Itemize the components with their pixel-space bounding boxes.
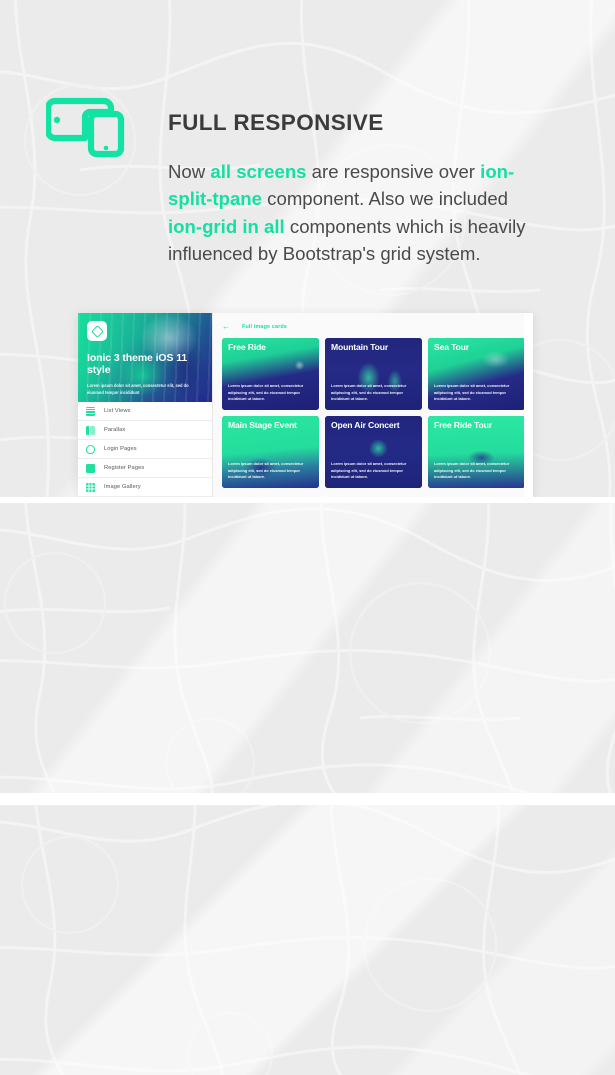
list-icon	[86, 406, 95, 416]
mockup-menu-item-label: Register Pages	[104, 465, 145, 471]
diamond-logo-icon	[87, 321, 107, 341]
mockup-topbar: ← Full image cards	[222, 320, 525, 334]
feature-showcase-page: FULL RESPONSIVE Now all screens are resp…	[0, 0, 615, 1075]
mockup-menu-hero: Ionic 3 theme iOS 11 style Lorem ipsum d…	[78, 313, 212, 402]
arrow-left-icon[interactable]: ←	[222, 323, 230, 331]
mockup-image-card[interactable]: Main Stage Event Lorem ipsum dolor sit am…	[222, 416, 319, 488]
section-google-maps-integration: GOOGLE MAPS INTEGRATION 3 layouts with G…	[0, 805, 615, 1075]
feature-description-full-responsive: Now all screens are responsive over ion-…	[168, 161, 526, 264]
mockup-menu-item[interactable]: Image Gallery	[78, 478, 212, 497]
mockup-menu-item[interactable]: List Views	[78, 402, 212, 421]
mockup-card-title: Mountain Tour	[331, 342, 389, 352]
mockup-card-title: Open Air Concert	[331, 420, 400, 430]
devices-responsive-icon	[44, 93, 128, 158]
diamond-shape	[90, 324, 104, 338]
mockup-card-text: Lorem ipsum dolor sit amet, consectetur …	[434, 460, 510, 480]
mockup-right-edge	[524, 313, 533, 497]
parallax-icon	[86, 425, 95, 435]
register-icon	[86, 463, 95, 473]
mockup-card-title: Main Stage Event	[228, 420, 297, 430]
section-full-responsive: FULL RESPONSIVE Now all screens are resp…	[0, 0, 615, 497]
mockup-side-menu-pane: Ionic 3 theme iOS 11 style Lorem ipsum d…	[78, 313, 213, 497]
section-analytics: ANALYTICS Track your users behavior. Fin…	[0, 503, 615, 793]
diagonal-light-band	[0, 503, 615, 793]
mockup-image-card[interactable]: Open Air Concert Lorem ipsum dolor sit am…	[325, 416, 422, 488]
mockup-menu-item-label: Login Pages	[104, 446, 137, 452]
mockup-image-card[interactable]: Sea Tour Lorem ipsum dolor sit amet, cons…	[428, 338, 525, 410]
mockup-card-title: Free Ride	[228, 342, 266, 352]
mockup-card-grid: Free Ride Lorem ipsum dolor sit amet, con…	[222, 338, 525, 488]
mockup-card-text: Lorem ipsum dolor sit amet, consectetur …	[434, 382, 510, 402]
mockup-topbar-title: Full image cards	[242, 324, 287, 330]
mockup-menu-item-label: Image Gallery	[104, 484, 141, 490]
mockup-card-text: Lorem ipsum dolor sit amet, consectetur …	[331, 460, 407, 480]
diagonal-light-band	[0, 805, 615, 1075]
mockup-menu-item-label: List Views	[104, 408, 131, 414]
mockup-card-text: Lorem ipsum dolor sit amet, consectetur …	[228, 382, 304, 402]
mockup-card-text: Lorem ipsum dolor sit amet, consectetur …	[228, 460, 304, 480]
app-screenshot-mockup: Ionic 3 theme iOS 11 style Lorem ipsum d…	[78, 313, 533, 497]
map-background-texture	[0, 503, 615, 793]
mockup-hero-title: Ionic 3 theme iOS 11 style	[87, 352, 188, 377]
mockup-hero-subtitle: Lorem ipsum dolor sit amet, consectetur …	[87, 383, 189, 395]
mockup-content-pane: ← Full image cards Free Ride Lorem ipsum …	[213, 313, 533, 497]
mockup-image-card[interactable]: Free Ride Tour Lorem ipsum dolor sit amet…	[428, 416, 525, 488]
mockup-card-text: Lorem ipsum dolor sit amet, consectetur …	[331, 382, 407, 402]
login-icon	[86, 444, 95, 454]
mockup-menu-item[interactable]: Register Pages	[78, 459, 212, 478]
accent-phrase: ion-grid in all	[168, 215, 285, 237]
accent-phrase: all screens	[210, 161, 307, 182]
map-background-texture	[0, 805, 615, 1075]
page-title-full-responsive: FULL RESPONSIVE	[168, 110, 384, 135]
mockup-card-title: Free Ride Tour	[434, 420, 492, 430]
mockup-menu-item[interactable]: Parallax	[78, 421, 212, 440]
mockup-menu-list: List Views Parallax Login Pages Register Pa…	[78, 402, 212, 497]
gallery-grid-icon	[86, 482, 95, 492]
mockup-menu-item-label: Parallax	[104, 427, 126, 433]
mockup-image-card[interactable]: Mountain Tour Lorem ipsum dolor sit amet,…	[325, 338, 422, 410]
mockup-card-title: Sea Tour	[434, 342, 469, 352]
mockup-image-card[interactable]: Free Ride Lorem ipsum dolor sit amet, con…	[222, 338, 319, 410]
mockup-menu-item[interactable]: Login Pages	[78, 440, 212, 459]
